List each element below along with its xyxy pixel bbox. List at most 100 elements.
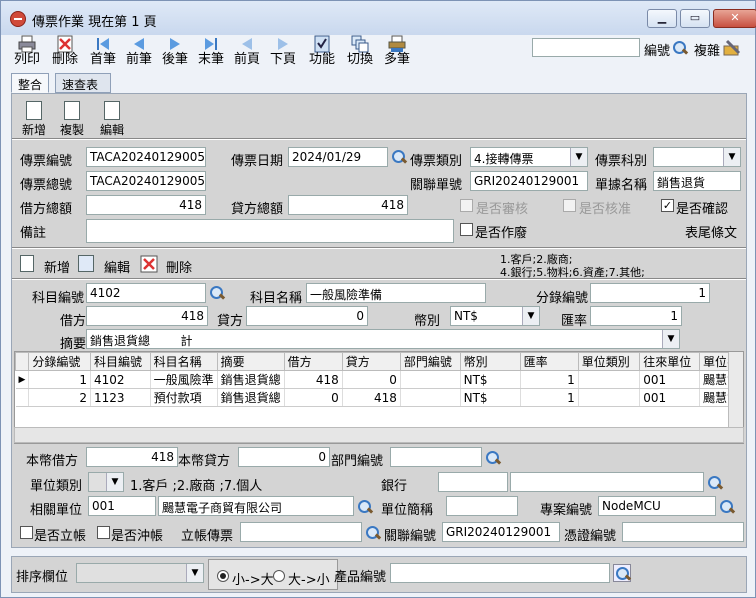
header-add-button[interactable]: 新增 [14,94,54,139]
product-no-field[interactable] [390,563,610,583]
header-edit-button[interactable]: 編輯 [92,94,132,139]
detail-add-button[interactable]: 新增 [44,257,70,276]
table-row[interactable]: 2 1123 預付款項 銷售退貨總 0 418 NT$ 1 001 颺慧電 [15,388,743,407]
print-button[interactable]: 列印 [7,35,47,71]
printer-icon [18,35,36,53]
voucher-total-no-field[interactable]: TACA20240129005 [86,171,206,191]
summary-select[interactable]: 銷售退貨總 計 ▼ [86,329,680,349]
date-picker-icon[interactable] [390,148,408,166]
related-unit-code-field[interactable]: 001 [88,496,156,516]
tab-integrated[interactable]: 整合 [11,73,49,93]
account-lookup-icon[interactable] [208,284,226,302]
detail-delete-button[interactable]: 刪除 [166,257,192,276]
column-header[interactable]: 單位類別 [577,352,641,371]
delete-row-icon[interactable] [140,255,158,273]
dept-lookup-icon[interactable] [484,449,502,467]
debit-total-field[interactable]: 418 [86,195,206,215]
maximize-button[interactable]: ▭ [680,9,710,28]
divider [12,138,746,140]
search-icon[interactable] [671,39,689,57]
column-header[interactable]: 往來單位 [639,352,700,371]
column-header[interactable]: 分錄編號 [28,352,91,371]
offset-voucher-field[interactable] [240,522,362,542]
approved-checkbox[interactable] [563,199,576,212]
new-row-icon[interactable] [20,255,34,272]
sort-asc-radio[interactable] [217,570,229,582]
voucher-lookup-icon[interactable] [364,524,382,542]
local-credit-field[interactable]: 0 [238,447,330,467]
prev-page-button[interactable]: 前頁 [227,35,267,71]
local-debit-field[interactable]: 418 [86,447,178,467]
functions-button[interactable]: 功能 [302,35,342,71]
last-record-button[interactable]: 末筆 [191,35,231,71]
column-header[interactable]: 部門編號 [399,352,461,371]
unit-short-field[interactable] [446,496,518,516]
voucher-date-field[interactable]: 2024/01/29 [288,147,388,167]
project-lookup-icon[interactable] [718,498,736,516]
bank-lookup-icon[interactable] [706,474,724,492]
tools-icon[interactable] [722,38,742,58]
related-no-field[interactable]: GRI20240129001 [470,171,588,191]
is-reverse-checkbox[interactable] [97,526,110,539]
dept-no-field[interactable] [390,447,482,467]
voucher-type-select[interactable]: 4.接轉傳票 ▼ [470,147,588,167]
table-row[interactable]: ▶ 1 4102 一般風險準 銷售退貨總 418 0 NT$ 1 001 颺慧電 [15,370,743,389]
prev-record-button[interactable]: 前筆 [119,35,159,71]
delete-button[interactable]: 刪除 [45,35,85,71]
voucher-no-field[interactable]: TACA20240129005 [86,147,206,167]
currency-select[interactable]: NT$ ▼ [450,306,540,326]
sort-select[interactable]: ▼ [76,563,204,583]
is-offset-checkbox[interactable] [20,526,33,539]
bank-name-field[interactable] [510,472,704,492]
product-search-icon[interactable] [613,564,631,582]
column-header[interactable]: 匯率 [519,352,579,371]
proof-no-field[interactable] [622,522,744,542]
chevron-down-icon[interactable]: ▼ [662,330,679,348]
chevron-down-icon[interactable]: ▼ [186,564,203,582]
related-unit-name-field[interactable]: 颺慧電子商貿有限公司 [158,496,354,516]
column-header[interactable]: 摘要 [216,352,285,371]
column-header[interactable]: 貸方 [341,352,401,371]
credit-field[interactable]: 0 [246,306,368,326]
reviewed-checkbox[interactable] [460,199,473,212]
credit-total-field[interactable]: 418 [288,195,408,215]
confirmed-checkbox[interactable]: ✓ [661,199,674,212]
minimize-button[interactable]: ▁ [647,9,677,28]
multi-button[interactable]: 多筆 [377,35,417,71]
voucher-subject-select[interactable]: ▼ [653,147,741,167]
quick-search-input[interactable] [532,38,640,57]
chevron-down-icon[interactable]: ▼ [522,307,539,325]
column-header[interactable]: 幣別 [459,352,521,371]
tab-quick-lookup[interactable]: 速查表 [55,73,111,93]
project-no-field[interactable]: NodeMCU [598,496,716,516]
column-header[interactable]: 科目編號 [89,352,151,371]
lower-related-no-field[interactable]: GRI20240129001 [442,522,560,542]
grid-vertical-scrollbar[interactable] [728,352,743,428]
column-header[interactable]: 借方 [283,352,343,371]
sort-desc-radio[interactable] [273,570,285,582]
first-record-button[interactable]: 首筆 [83,35,123,71]
header-copy-button[interactable]: 複製 [52,94,92,139]
next-record-button[interactable]: 後筆 [155,35,195,71]
edit-row-icon[interactable] [78,255,94,272]
note-field[interactable] [86,219,454,243]
next-page-button[interactable]: 下頁 [263,35,303,71]
doc-name-field[interactable]: 銷售退貨 [653,171,741,191]
voided-checkbox[interactable] [460,223,473,236]
chevron-down-icon[interactable]: ▼ [570,148,587,166]
account-no-field[interactable]: 4102 [86,283,206,303]
close-button[interactable]: ✕ [713,9,756,28]
account-name-field[interactable]: 一般風險準備 [306,283,486,303]
unit-type-select[interactable]: ▼ [88,472,124,492]
debit-field[interactable]: 418 [86,306,208,326]
unit-lookup-icon[interactable] [356,498,374,516]
chevron-down-icon[interactable]: ▼ [106,473,123,491]
bank-code-field[interactable] [438,472,508,492]
grid-horizontal-scrollbar[interactable] [14,427,744,443]
detail-edit-button[interactable]: 編輯 [104,257,130,276]
rate-field[interactable]: 1 [590,306,682,326]
entry-no-field[interactable]: 1 [590,283,710,303]
column-header[interactable]: 科目名稱 [149,352,218,371]
chevron-down-icon[interactable]: ▼ [723,148,740,166]
switch-button[interactable]: 切換 [340,35,380,71]
